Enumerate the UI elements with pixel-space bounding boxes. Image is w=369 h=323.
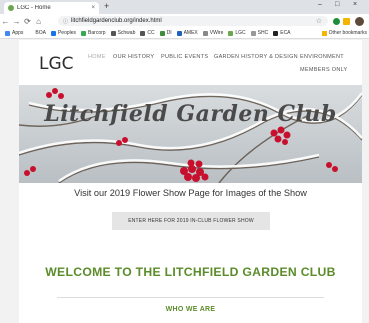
forward-icon[interactable]: → [11, 17, 22, 26]
who-we-are-heading: WHO WE ARE [165, 306, 216, 313]
bookmark-icon [110, 30, 116, 36]
snowy-berries-image [19, 85, 362, 183]
nav-members-only[interactable]: MEMBERS ONLY [300, 67, 348, 73]
bookmark-label: Peoples [57, 30, 77, 36]
bookmark-icon [5, 30, 10, 36]
folder-icon [321, 30, 327, 36]
bookmark-icon [50, 30, 56, 36]
bookmark-icon [250, 30, 256, 36]
bookmark-icon [273, 30, 279, 36]
browser-tab[interactable]: LGC - Home × [4, 2, 99, 14]
bookmark-label: SHC [257, 30, 269, 36]
bookmark-icon [176, 30, 182, 36]
bookmark-item[interactable]: CC [140, 30, 155, 36]
nav-public-events[interactable]: PUBLIC EVENTS [161, 54, 208, 60]
divider [57, 297, 324, 298]
back-icon[interactable]: ← [0, 17, 11, 26]
bookmark-label: VWire [209, 30, 224, 36]
address-bar[interactable]: ⓘ litchfieldgardenclub.org/index.html ☆ [58, 16, 328, 26]
bookmark-icon [28, 30, 34, 36]
bookmark-item[interactable]: AMEX [176, 30, 198, 36]
hero-banner: Litchfield Garden Club [19, 85, 362, 183]
bookmark-item[interactable]: DI [159, 30, 172, 36]
flower-show-headline: Visit our 2019 Flower Show Page for Imag… [74, 188, 307, 198]
reload-icon[interactable]: ⟳ [22, 17, 33, 26]
tab-title: LGC - Home [17, 5, 51, 11]
bookmark-label: Schwab [117, 30, 136, 36]
bookmark-star-icon[interactable]: ☆ [316, 17, 322, 25]
profile-avatar[interactable] [355, 17, 364, 26]
other-bookmarks[interactable]: Other bookmarks [321, 30, 367, 36]
bookmark-icon [202, 30, 208, 36]
browser-toolbar: ← → ⟳ ⌂ ⓘ litchfieldgardenclub.org/index… [0, 14, 369, 28]
hero-title: Litchfield Garden Club [44, 101, 337, 127]
nav-environment[interactable]: ENVIRONMENT [300, 54, 344, 60]
tab-bar: LGC - Home × + – □ × [0, 0, 369, 14]
bookmark-item[interactable]: Apps [5, 30, 23, 36]
welcome-heading: WELCOME TO THE LITCHFIELD GARDEN CLUB [45, 265, 336, 279]
bookmark-item[interactable]: LGC [228, 30, 246, 36]
bookmark-icon [159, 30, 165, 36]
site-favicon-icon [8, 5, 14, 11]
site-logo[interactable]: LGC [39, 54, 74, 74]
bookmark-item[interactable]: BOA [28, 30, 46, 36]
info-icon[interactable]: ⓘ [63, 18, 68, 25]
bookmark-icon [140, 30, 146, 36]
bookmark-label: Apps [12, 30, 24, 36]
bookmark-label: LGC [235, 30, 246, 36]
bookmark-item[interactable]: ECA [273, 30, 291, 36]
nav-home[interactable]: HOME [88, 54, 106, 60]
url-text: litchfieldgardenclub.org/index.html [71, 18, 162, 24]
bookmark-label: ECA [280, 30, 291, 36]
bookmark-label: DI [166, 30, 172, 36]
bookmarks-bar: Apps BOA Peoples Barcorp Schwab CC DI AMEX VWire… [0, 28, 369, 39]
bookmark-item[interactable]: Schwab [110, 30, 136, 36]
other-bookmarks-label: Other bookmarks [328, 30, 367, 36]
bookmark-icon [81, 30, 87, 36]
minimize-icon[interactable]: – [318, 1, 322, 8]
bookmark-label: BOA [35, 30, 46, 36]
bookmark-item[interactable]: Peoples [50, 30, 77, 36]
nav-garden-history-design[interactable]: GARDEN HISTORY & DESIGN [214, 54, 298, 60]
nav-our-history[interactable]: OUR HISTORY [113, 54, 154, 60]
close-window-icon[interactable]: × [353, 1, 357, 8]
bookmark-label: AMEX [183, 30, 198, 36]
web-page: LGC HOME OUR HISTORY PUBLIC EVENTS GARDE… [19, 40, 362, 323]
bookmark-label: Barcorp [88, 30, 106, 36]
flower-show-button[interactable]: ENTER HERE FOR 2019 IN-CLUB FLOWER SHOW [112, 212, 270, 230]
tab-close-icon[interactable]: × [91, 5, 95, 11]
extension-icon[interactable] [343, 18, 350, 25]
home-icon[interactable]: ⌂ [33, 17, 44, 26]
bookmark-item[interactable]: Barcorp [81, 30, 106, 36]
bookmark-item[interactable]: VWire [202, 30, 224, 36]
bookmark-icon [228, 30, 234, 36]
bookmark-label: CC [147, 30, 155, 36]
bookmark-item[interactable]: SHC [250, 30, 269, 36]
new-tab-button[interactable]: + [104, 1, 109, 11]
extension-icon[interactable] [333, 18, 340, 25]
maximize-icon[interactable]: □ [335, 1, 339, 8]
